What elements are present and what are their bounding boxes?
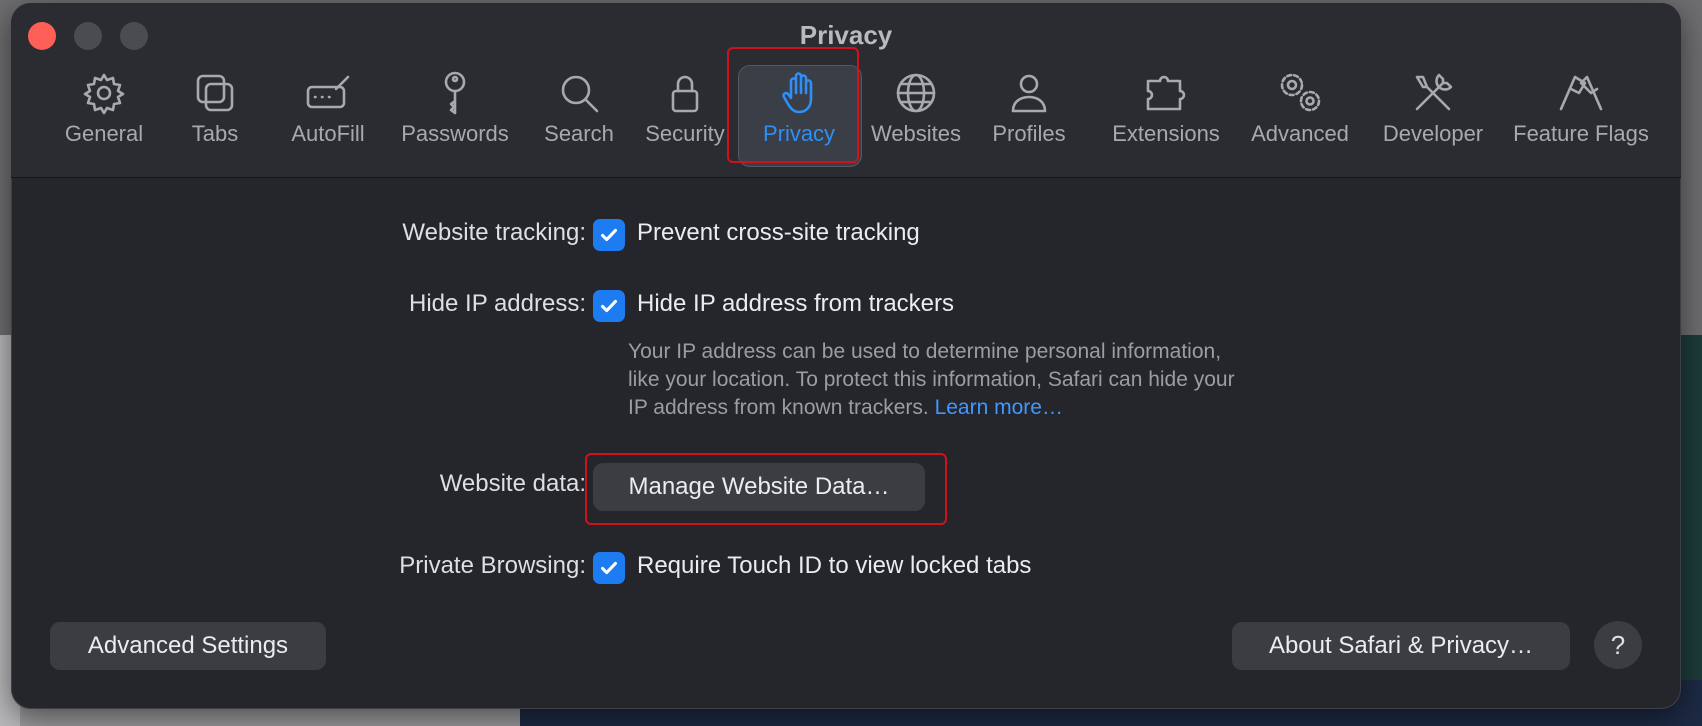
tab-label: Developer [1382,121,1484,146]
description-line: like your location. To protect this info… [628,368,1235,391]
settings-window: Privacy General Tabs AutoFill Passwords … [11,3,1681,709]
lock-icon [659,67,711,119]
tab-label: Websites [870,121,962,146]
puzzle-icon [1140,67,1192,119]
require-touch-id-checkbox[interactable] [593,552,625,584]
tab-extensions[interactable]: Extensions [1099,67,1233,167]
tab-feature-flags[interactable]: Feature Flags [1501,67,1661,167]
gear-icon [78,67,130,119]
learn-more-link[interactable]: Learn more… [935,396,1063,419]
advanced-settings-button[interactable]: Advanced Settings [50,622,326,670]
website-tracking-label: Website tracking: [402,219,586,246]
website-data-label: Website data: [439,470,586,497]
search-icon [553,67,605,119]
tab-label: Security [645,121,725,146]
help-button[interactable]: ? [1594,621,1642,669]
checkmark-icon [601,228,617,242]
private-browsing-label: Private Browsing: [399,552,586,579]
tab-label: Profiles [992,121,1066,146]
tabs-icon [189,67,241,119]
manage-data-highlight [585,453,947,525]
tools-icon [1407,67,1459,119]
tab-label: Tabs [191,121,239,146]
tab-label: Search [544,121,614,146]
gears-icon [1274,67,1326,119]
description-line-3: IP address from known trackers. Learn mo… [628,394,1348,422]
toolbar: Privacy General Tabs AutoFill Passwords … [11,3,1681,178]
tab-tabs[interactable]: Tabs [167,67,263,167]
tab-label: Feature Flags [1513,121,1649,146]
tab-general[interactable]: General [51,67,157,167]
tab-label: AutoFill [291,121,365,146]
tab-developer[interactable]: Developer [1367,67,1499,167]
autofill-icon [302,67,354,119]
tab-label: General [64,121,144,146]
require-touch-id-option[interactable]: Require Touch ID to view locked tabs [637,552,1031,580]
tab-autofill[interactable]: AutoFill [273,67,383,167]
tab-label: Passwords [401,121,509,146]
tab-label: Advanced [1251,121,1349,146]
globe-icon [890,67,942,119]
tab-search[interactable]: Search [531,67,627,167]
hide-ip-description: Your IP address can be used to determine… [628,338,1348,422]
tab-security[interactable]: Security [635,67,735,167]
tab-advanced[interactable]: Advanced [1237,67,1363,167]
about-safari-privacy-button[interactable]: About Safari & Privacy… [1232,622,1570,670]
description-line: IP address from known trackers. [628,396,929,419]
tab-websites[interactable]: Websites [861,67,971,167]
checkmark-icon [601,561,617,575]
tab-profiles[interactable]: Profiles [979,67,1079,167]
key-icon [429,67,481,119]
tab-label: Extensions [1112,121,1220,146]
prevent-tracking-checkbox[interactable] [593,219,625,251]
checkmark-icon [601,299,617,313]
hide-ip-label: Hide IP address: [409,290,586,317]
description-line: Your IP address can be used to determine… [628,340,1222,363]
privacy-tab-highlight [727,47,859,163]
person-icon [1003,67,1055,119]
hide-ip-checkbox[interactable] [593,290,625,322]
flags-icon [1555,67,1607,119]
tab-passwords[interactable]: Passwords [391,67,519,167]
prevent-tracking-option[interactable]: Prevent cross-site tracking [637,219,920,247]
hide-ip-option[interactable]: Hide IP address from trackers [637,290,954,318]
